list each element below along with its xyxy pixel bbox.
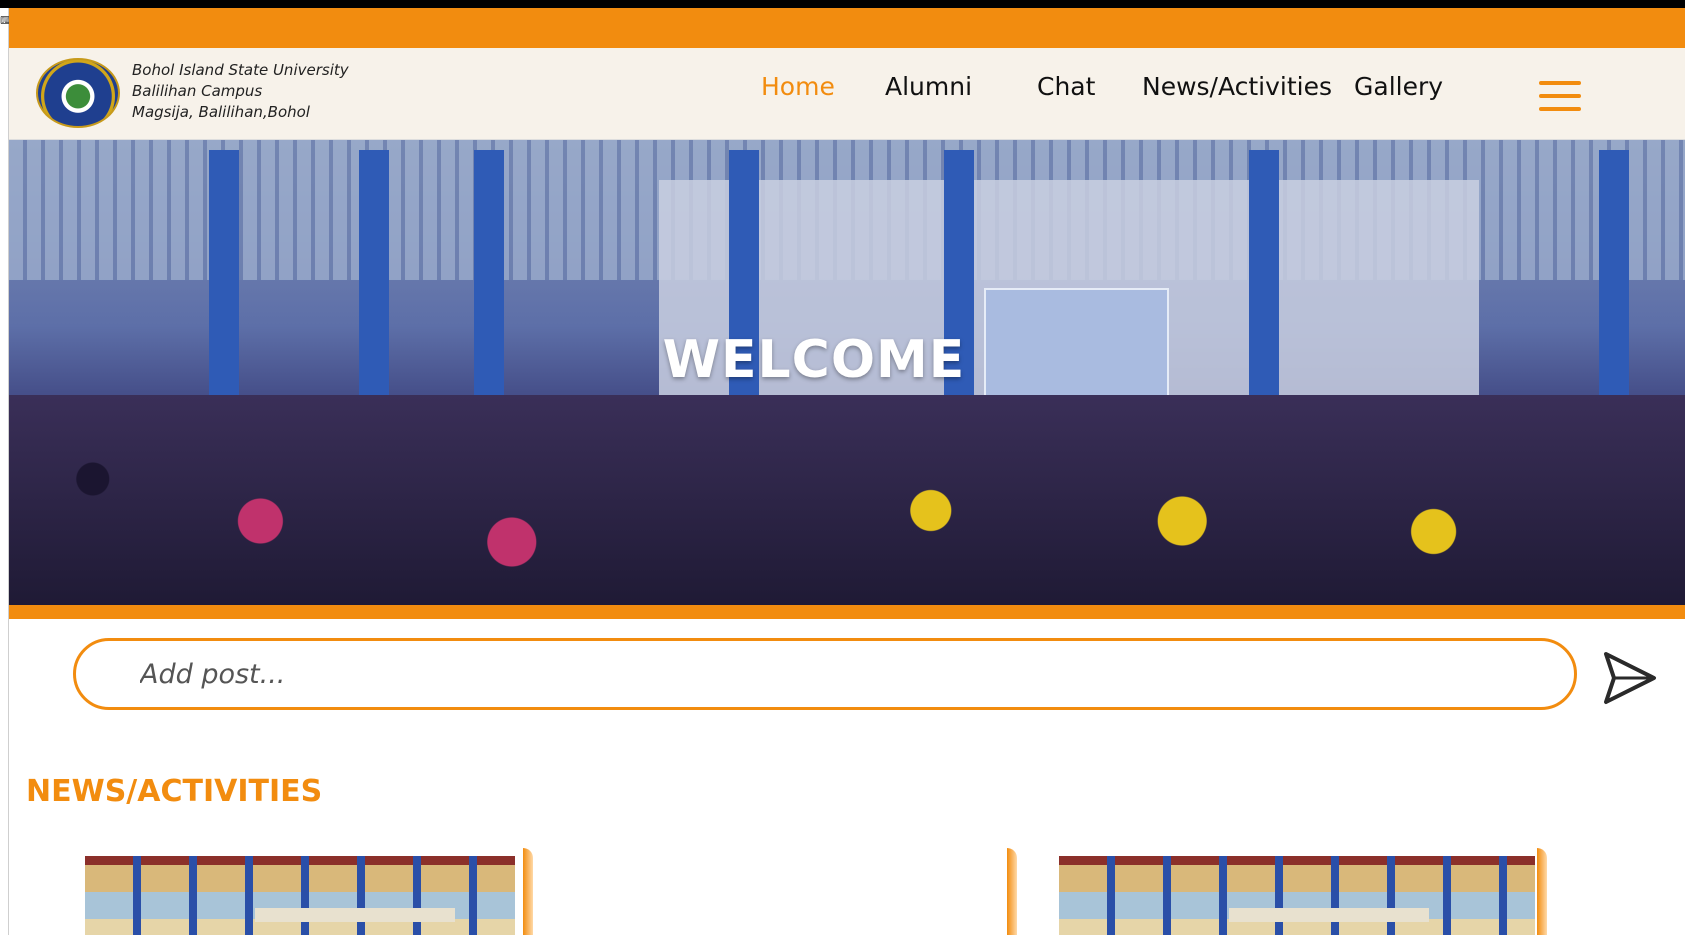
news-card-image[interactable] — [85, 856, 515, 935]
hamburger-icon[interactable] — [1539, 81, 1581, 113]
university-info: Bohol Island State University Balilihan … — [132, 60, 349, 123]
news-card[interactable] — [1059, 848, 1547, 935]
navbar: Bohol Island State University Balilihan … — [9, 48, 1685, 140]
add-post-input[interactable] — [73, 638, 1577, 710]
campus-address: Magsija, Balilihan,Bohol — [132, 103, 310, 121]
card-edge — [1537, 848, 1547, 935]
nav-alumni[interactable]: Alumni — [885, 72, 972, 101]
news-card[interactable] — [85, 848, 533, 935]
browser-viewport: Bohol Island State University Balilihan … — [9, 8, 1685, 935]
hamburger-line — [1539, 81, 1581, 85]
campus-name: Balilihan Campus — [132, 82, 263, 100]
news-card[interactable] — [569, 848, 1017, 935]
university-logo[interactable] — [36, 58, 120, 128]
top-accent-bar — [9, 8, 1685, 48]
hero-banner: WELCOME — [9, 140, 1685, 605]
hero-title: WELCOME — [662, 330, 966, 390]
hero-bottom-bar — [9, 605, 1685, 619]
nav-gallery[interactable]: Gallery — [1354, 72, 1443, 101]
hamburger-line — [1539, 107, 1581, 111]
news-section-title: NEWS/ACTIVITIES — [26, 774, 323, 809]
nav-news-activities[interactable]: News/Activities — [1142, 72, 1332, 101]
university-name: Bohol Island State University — [132, 61, 349, 79]
card-edge — [523, 848, 533, 935]
nav-chat[interactable]: Chat — [1037, 72, 1095, 101]
hero-crowd — [9, 395, 1685, 605]
left-window-strip: ⌨ — [0, 8, 16, 935]
card-edge — [1007, 848, 1017, 935]
hamburger-line — [1539, 94, 1581, 98]
send-icon[interactable] — [1603, 650, 1657, 706]
nav-home[interactable]: Home — [761, 72, 835, 101]
news-card-image[interactable] — [1059, 856, 1535, 935]
